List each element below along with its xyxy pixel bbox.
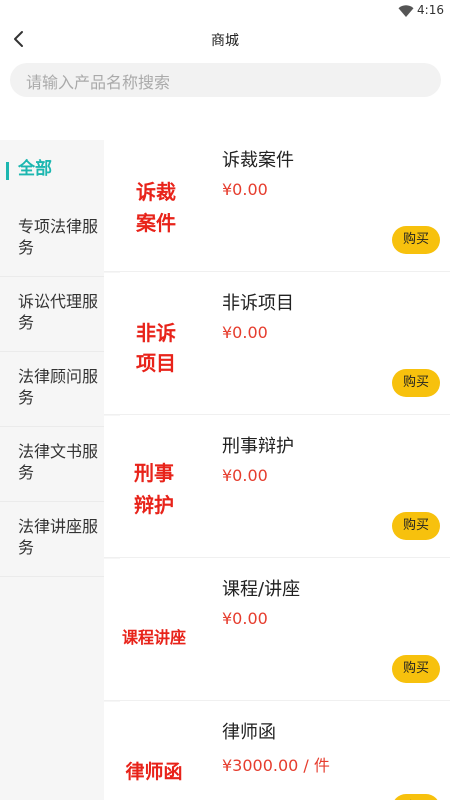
buy-button[interactable]: 购买 [392,655,440,683]
product-image: 非诉 项目 [136,321,176,375]
sidebar-item-counsel[interactable]: 法律顾问服务 [0,352,120,427]
product-name: 诉裁案件 [222,150,294,171]
product-name: 非诉项目 [222,293,294,314]
status-bar: 4:16 [0,0,450,22]
product-image-text: 课程讲座 [122,628,186,647]
product-card[interactable]: 诉裁 案件 诉裁案件 ¥0.00 购买 [104,130,450,272]
product-name: 课程/讲座 [222,579,301,600]
product-name: 律师函 [222,722,276,743]
sidebar-item-label: 法律讲座服务 [18,517,99,557]
product-image-text: 律师函 [124,760,182,783]
product-image-text: 案件 [135,211,176,235]
active-indicator [6,162,9,180]
product-card[interactable]: 非诉 项目 非诉项目 ¥0.00 购买 [104,273,450,415]
product-image-text: 非诉 [136,321,176,345]
product-image: 课程讲座 [122,628,186,647]
sidebar-item-label: 诉讼代理服务 [18,292,99,332]
product-card[interactable]: 刑事 辩护 刑事辩护 ¥0.00 购买 [104,416,450,558]
product-image-text: 辩护 [134,493,174,517]
clock: 4:16 [417,3,444,17]
product-image-text: 刑事 [134,461,174,485]
product-image-text: 项目 [136,351,176,375]
sidebar-item-documents[interactable]: 法律文书服务 [0,427,120,502]
product-price: ¥0.00 [222,466,268,485]
buy-button[interactable]: 购买 [392,226,440,254]
product-price: ¥0.00 [222,323,268,342]
category-sidebar: 全部 专项法律服务 诉讼代理服务 法律顾问服务 法律文书服务 法律讲座服务 [0,140,120,800]
sidebar-item-label: 全部 [18,159,52,179]
product-name: 刑事辩护 [222,436,294,457]
sidebar-item-label: 法律文书服务 [18,442,99,482]
title-bar: 商城 [0,22,450,58]
search-placeholder: 请输入产品名称搜索 [26,73,171,92]
product-price: ¥0.00 [222,180,268,199]
buy-button[interactable]: 购买 [392,794,440,800]
product-image-text: 诉裁 [136,180,176,204]
sidebar-item-special-legal[interactable]: 专项法律服务 [0,202,120,277]
wifi-icon [398,5,414,17]
sidebar-item-litigation[interactable]: 诉讼代理服务 [0,277,120,352]
product-price: ¥3000.00 / 件 [222,756,330,775]
product-price: ¥0.00 [222,609,268,628]
product-image: 刑事 辩护 [134,461,174,517]
product-card[interactable]: 课程讲座 课程/讲座 ¥0.00 购买 [104,559,450,701]
buy-button[interactable]: 购买 [392,512,440,540]
buy-button[interactable]: 购买 [392,369,440,397]
product-image: 诉裁 案件 [135,180,176,235]
sidebar-item-label: 专项法律服务 [18,217,99,257]
product-image: 律师函 [124,760,182,783]
page-title: 商城 [211,33,239,49]
sidebar-item-lectures[interactable]: 法律讲座服务 [0,502,120,577]
search-input[interactable]: 请输入产品名称搜索 [10,63,441,97]
sidebar-item-label: 法律顾问服务 [18,367,99,407]
product-list: 诉裁 案件 诉裁案件 ¥0.00 购买 非诉 项目 非诉项目 ¥0.00 购买 … [104,130,450,800]
product-card[interactable]: 律师函 律师函 ¥3000.00 / 件 购买 [104,702,450,800]
